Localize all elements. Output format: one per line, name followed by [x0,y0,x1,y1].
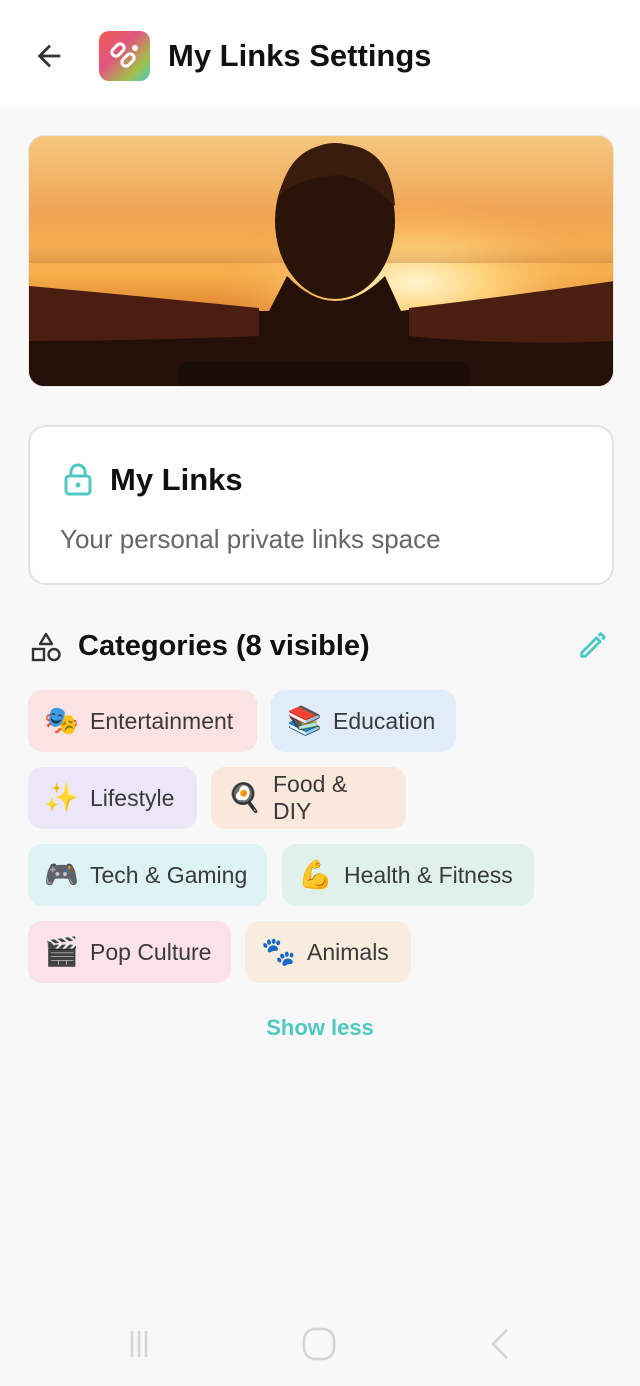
profile-description: Your personal private links space [60,524,441,554]
category-label: Pop Culture [90,938,212,965]
back-button[interactable] [26,33,72,79]
category-label: Lifestyle [90,784,175,811]
category-chip-food-diy[interactable]: 🍳 Food & DIY [211,767,406,829]
frying-pan-icon: 🍳 [227,781,262,814]
category-label: Health & Fitness [344,861,513,888]
home-circle-icon [302,1327,336,1361]
flexed-biceps-icon: 💪 [298,858,333,891]
category-chip-animals[interactable]: 🐾 Animals [245,921,411,983]
system-navigation-bar [0,1300,640,1386]
category-chip-tech-gaming[interactable]: 🎮 Tech & Gaming [28,844,267,906]
paw-prints-icon: 🐾 [261,935,296,968]
show-less-link[interactable]: Show less [0,1015,640,1041]
category-label: Food & DIY [273,771,348,824]
sparkles-icon: ✨ [44,781,79,814]
category-label: Animals [307,938,389,965]
category-chip-health-fitness[interactable]: 💪 Health & Fitness [282,844,534,906]
category-chip-education[interactable]: 📚 Education [271,690,456,752]
category-label: Education [333,707,436,734]
top-app-bar: My Links Settings [0,0,640,106]
recents-icon [130,1331,148,1357]
page-title: My Links Settings [168,38,432,73]
books-icon: 📚 [287,704,322,737]
cover-image[interactable] [28,135,614,387]
category-chip-lifestyle[interactable]: ✨ Lifestyle [28,767,197,829]
system-back-button[interactable] [475,1322,525,1366]
edit-categories-icon[interactable] [576,628,610,662]
link-share-icon [109,42,138,68]
sunset-photo [29,136,613,386]
category-chip-entertainment[interactable]: 🎭 Entertainment [28,690,257,752]
app-logo [99,31,150,81]
categories-title: Categories (8 visible) [78,630,370,662]
category-label: Entertainment [90,707,234,734]
shapes-icon [31,632,61,662]
theater-masks-icon: 🎭 [44,704,79,737]
profile-card[interactable]: My Links Your personal private links spa… [28,425,614,585]
arrow-left-icon [37,44,61,68]
lock-icon [64,463,92,496]
category-label: Tech & Gaming [90,861,248,888]
home-button[interactable] [294,1322,344,1366]
category-chip-pop-culture[interactable]: 🎬 Pop Culture [28,921,231,983]
game-controller-icon: 🎮 [44,858,79,891]
profile-name: My Links [110,462,243,497]
recent-apps-button[interactable] [114,1322,164,1366]
clapper-board-icon: 🎬 [44,935,79,968]
chevron-left-icon [491,1329,508,1359]
